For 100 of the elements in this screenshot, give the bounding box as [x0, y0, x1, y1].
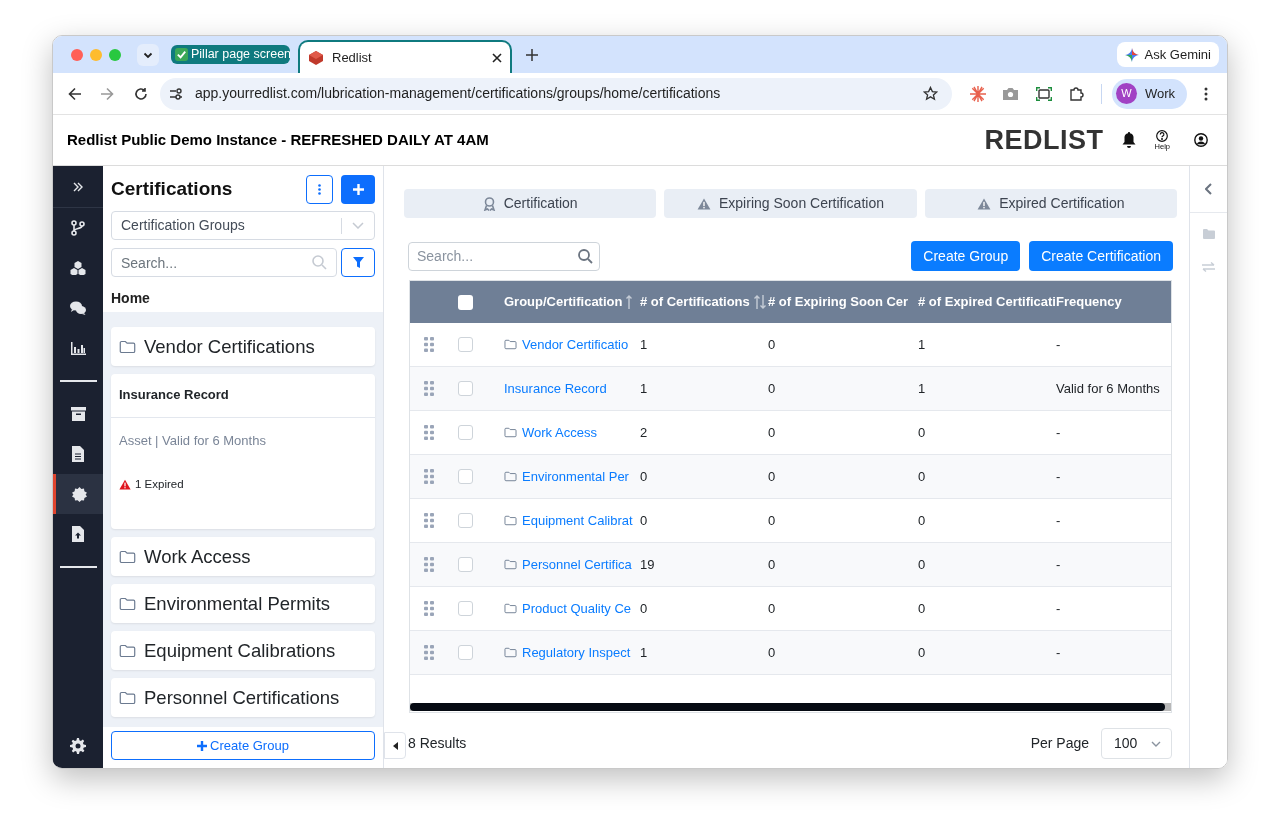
drag-handle-icon[interactable]	[423, 337, 434, 352]
table-cell: -	[1056, 512, 1061, 528]
close-icon[interactable]	[492, 52, 502, 63]
select-all-checkbox[interactable]	[458, 294, 473, 310]
folder-card[interactable]: Environmental Permits	[111, 584, 375, 623]
column-header[interactable]: Frequency	[1056, 292, 1167, 312]
settings-icon	[70, 738, 86, 754]
certification-link[interactable]: Insurance Record	[504, 378, 607, 399]
create-group-button[interactable]: Create Group	[911, 241, 1021, 271]
triangle-left-icon	[392, 741, 398, 750]
folder-card[interactable]: Personnel Certifications	[111, 678, 375, 717]
row-checkbox[interactable]	[458, 381, 473, 396]
drag-handle-icon[interactable]	[423, 601, 434, 616]
table-cell: 0	[918, 424, 926, 440]
group-link[interactable]: Work Access	[522, 422, 597, 443]
drag-handle-icon[interactable]	[423, 513, 434, 528]
column-header[interactable]: # of Certifications	[640, 292, 750, 312]
table-cell: 0	[768, 600, 776, 616]
address-bar[interactable]: app.yourredlist.com/lubrication-management/certifications/groups/home/certifications	[160, 77, 952, 110]
search-field[interactable]: Search...	[111, 248, 337, 277]
column-header[interactable]: # of Expiring Soon Cer	[768, 292, 910, 312]
collapse-panel-button[interactable]	[384, 732, 406, 759]
row-checkbox[interactable]	[458, 425, 473, 440]
table-cell: 1	[918, 380, 926, 396]
table-cell: 0	[918, 556, 926, 572]
group-link[interactable]: Regulatory Inspect	[522, 642, 631, 663]
profile-button[interactable]: W Work	[1112, 78, 1188, 109]
row-checkbox[interactable]	[458, 557, 473, 572]
add-button[interactable]	[341, 174, 375, 204]
menu-icon[interactable]	[1204, 86, 1209, 101]
bar-chart-icon	[70, 341, 86, 355]
group-link[interactable]: Vendor Certificatio	[522, 334, 629, 355]
drag-handle-icon[interactable]	[423, 381, 434, 396]
per-page-select[interactable]: 100	[1101, 728, 1172, 759]
horizontal-scrollbar[interactable]	[410, 703, 1171, 711]
drag-handle-icon[interactable]	[423, 469, 434, 484]
folder-card[interactable]: Equipment Calibrations	[111, 631, 375, 670]
document-icon	[72, 446, 84, 462]
site-settings-icon[interactable]	[168, 85, 184, 102]
chevron-left-icon[interactable]	[1205, 183, 1212, 195]
folder-card[interactable]: Vendor Certifications	[111, 327, 375, 366]
search-icon	[312, 255, 327, 270]
table-cell: 0	[768, 336, 776, 352]
puzzle-icon[interactable]	[1069, 85, 1085, 102]
drag-handle-icon[interactable]	[423, 557, 434, 572]
bookmark-star-icon[interactable]	[923, 86, 938, 101]
sort-icon[interactable]	[753, 295, 766, 309]
row-checkbox[interactable]	[458, 469, 473, 484]
drag-handle-icon[interactable]	[423, 425, 434, 440]
create-certification-button[interactable]: Create Certification	[1029, 241, 1173, 271]
column-header[interactable]: Group/Certification	[504, 292, 623, 312]
search-field[interactable]: Search...	[408, 241, 600, 271]
breadcrumb[interactable]: Home	[111, 290, 150, 306]
close-window-icon[interactable]	[71, 48, 83, 61]
table-cell: -	[1056, 336, 1061, 352]
table-cell: 0	[768, 468, 776, 484]
back-icon[interactable]	[68, 86, 82, 101]
table-cell: 0	[768, 644, 776, 660]
award-icon	[482, 196, 496, 211]
more-options-button[interactable]	[306, 174, 333, 204]
sidebar-title: Certifications	[111, 176, 234, 201]
notification-bell-icon[interactable]	[1121, 132, 1136, 148]
burst-extension-icon[interactable]	[970, 85, 986, 102]
certificate-card[interactable]: Insurance Record Asset | Valid for 6 Months 1 Expired	[111, 374, 375, 529]
create-group-button[interactable]: Create Group	[111, 731, 375, 760]
filter-tab[interactable]: Certification	[404, 189, 657, 218]
nav-item[interactable]	[53, 474, 103, 514]
vertical-dots-icon	[318, 183, 321, 195]
filter-icon	[352, 257, 364, 268]
filter-tab[interactable]: Expired Certification	[924, 189, 1177, 218]
filter-button[interactable]	[341, 248, 375, 277]
row-checkbox[interactable]	[458, 601, 473, 616]
tab-search-chevron-icon[interactable]	[137, 43, 159, 66]
user-account-icon[interactable]	[1194, 133, 1208, 147]
row-checkbox[interactable]	[458, 645, 473, 660]
group-link[interactable]: Product Quality Ce	[522, 598, 632, 619]
browser-tab[interactable]: Redlist	[298, 40, 512, 73]
table-cell: 1	[640, 644, 648, 660]
drag-handle-icon[interactable]	[423, 645, 434, 660]
column-header[interactable]: # of Expired Certificati	[918, 292, 1056, 312]
new-tab-icon[interactable]	[526, 48, 538, 61]
group-link[interactable]: Environmental Per	[522, 466, 629, 487]
ask-gemini-button[interactable]: Ask Gemini	[1116, 42, 1219, 67]
row-checkbox[interactable]	[458, 337, 473, 352]
group-type-select[interactable]: Certification Groups	[111, 211, 375, 240]
tab-group-chip[interactable]: Pillar page screen	[171, 45, 290, 64]
screenshot-icon[interactable]	[1036, 86, 1052, 101]
group-link[interactable]: Personnel Certifica	[522, 554, 632, 575]
table-cell: 19	[640, 556, 655, 572]
folder-card[interactable]: Work Access	[111, 537, 375, 576]
reload-icon[interactable]	[134, 86, 148, 101]
filter-tab[interactable]: Expiring Soon Certification	[664, 189, 917, 218]
app-title: Redlist Public Demo Instance - REFRESHED DAILY AT 4AM	[67, 129, 489, 150]
sparkle-icon	[1124, 47, 1139, 62]
sort-ascending-icon[interactable]	[626, 295, 633, 309]
warning-icon	[119, 479, 131, 491]
group-link[interactable]: Equipment Calibrat	[522, 510, 633, 531]
folder-icon	[504, 647, 517, 658]
camera-icon[interactable]	[1003, 87, 1018, 100]
row-checkbox[interactable]	[458, 513, 473, 528]
